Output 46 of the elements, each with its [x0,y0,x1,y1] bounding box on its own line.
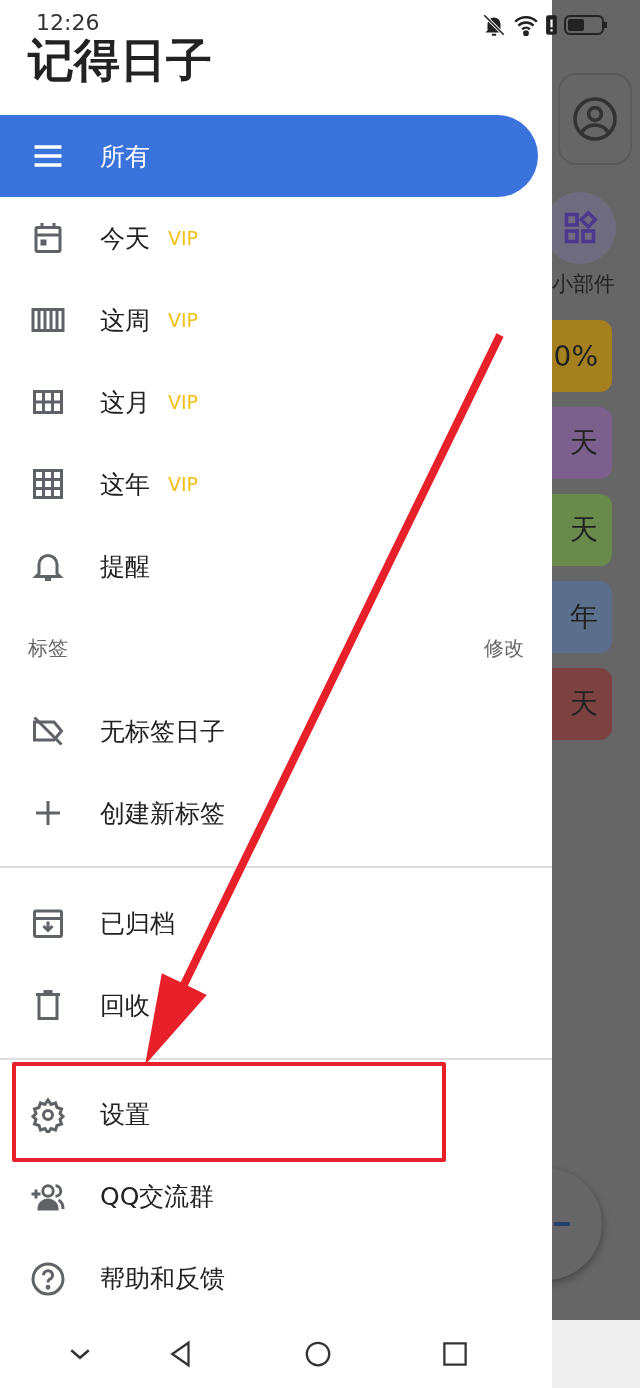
drawer-item[interactable]: 设置 [0,1074,538,1156]
settings-icon [30,1097,66,1133]
item-label: 帮助和反馈 [100,1263,225,1296]
drawer-item[interactable]: 创建新标签 [0,772,538,855]
section-title: 标签 [28,635,68,663]
item-label: 提醒 [100,550,150,583]
vip-label: VIP [168,473,199,495]
home-icon[interactable] [303,1339,333,1369]
item-label: 回收 [100,989,150,1022]
drawer-item[interactable]: 无标签日子 [0,690,538,773]
item-label: 创建新标签 [100,797,225,830]
widget-label: 小部件 [552,271,615,298]
drawer-item[interactable]: 帮助和反馈 [0,1238,538,1320]
item-label: 已归档 [100,907,175,940]
day-card[interactable]: 天 [552,494,612,566]
help-icon [30,1261,66,1297]
item-label: 这年 [100,468,150,501]
item-label: 这月 [100,386,150,419]
bell-off-icon [481,12,507,38]
recents-icon[interactable] [440,1339,470,1369]
app-title: 记得日子 [28,36,212,84]
edit-link[interactable]: 修改 [484,635,524,663]
drawer-item[interactable]: 回收 [0,964,538,1047]
year-grid-icon [30,466,66,502]
vip-label: VIP [168,309,199,331]
vip-label: VIP [168,227,199,249]
vip-label: VIP [168,391,199,413]
drawer-item[interactable]: 这年 VIP [0,443,538,525]
drawer-item[interactable]: 这周 VIP [0,279,538,361]
drawer-item[interactable]: 提醒 [0,525,538,607]
status-time: 12:26 [36,12,100,34]
drawer-item[interactable]: 所有 [0,115,538,197]
day-card[interactable]: 0% [552,320,612,392]
drawer-item[interactable]: 今天 VIP [0,197,538,279]
item-label: 今天 [100,222,150,255]
item-label: 设置 [100,1099,150,1132]
item-label: 这周 [100,304,150,337]
item-label: 所有 [100,140,150,173]
item-label: QQ交流群 [100,1181,215,1214]
battery-icon [564,13,608,37]
drawer-item[interactable]: 已归档 [0,882,538,965]
item-label: 无标签日子 [100,715,225,748]
drawer-item[interactable]: QQ交流群 [0,1156,538,1238]
drawer-item[interactable]: 这月 VIP [0,361,538,443]
widget-icon [562,210,598,246]
account-icon [571,95,619,143]
